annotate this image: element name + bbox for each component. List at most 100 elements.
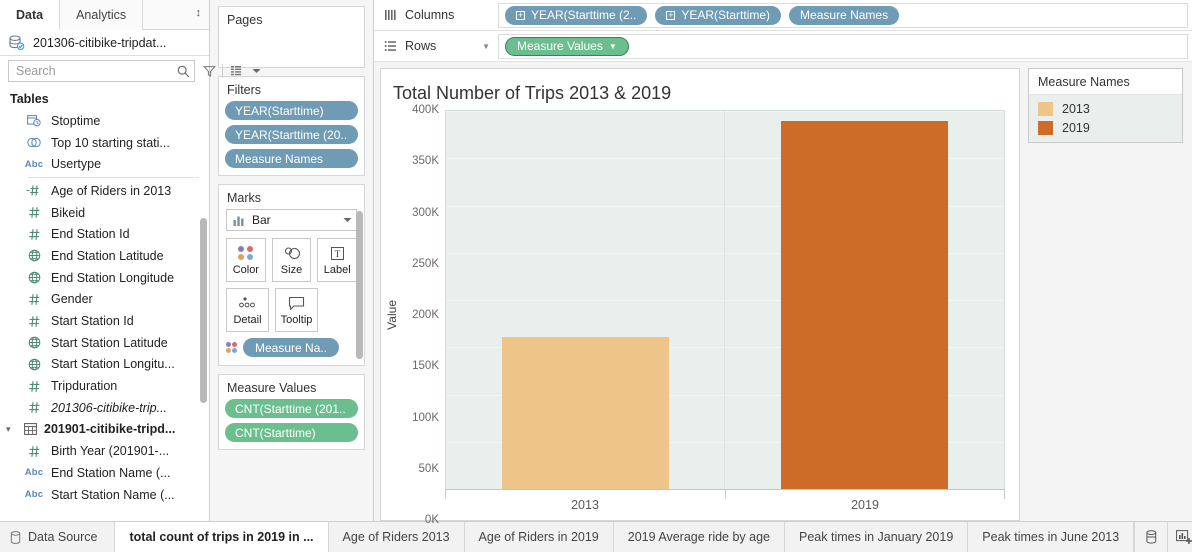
x-tick-mark	[725, 490, 726, 499]
worksheet-tab[interactable]: Age of Riders 2013	[328, 522, 465, 552]
legend-item[interactable]: 2019	[1029, 118, 1182, 137]
search-box[interactable]	[8, 60, 195, 82]
field-list-item[interactable]: Birth Year (201901-...	[0, 440, 209, 462]
search-icon	[177, 65, 190, 78]
chevron-down-icon[interactable]: ▼	[609, 42, 617, 51]
mark-type-label: Bar	[252, 213, 271, 227]
rows-shelf-pill[interactable]: Measure Values ▼	[505, 36, 629, 56]
filter-pill-label: Measure Names	[235, 151, 324, 166]
detail-button[interactable]: Detail	[226, 288, 269, 332]
color-button[interactable]: Color	[226, 238, 266, 282]
pages-title: Pages	[227, 13, 263, 27]
worksheet-tab[interactable]: Peak times in January 2019	[785, 522, 969, 552]
datasource-row[interactable]: 201306-citibike-tripdat...	[0, 30, 209, 56]
marks-scrollbar[interactable]	[356, 211, 363, 359]
group-by-table-icon[interactable]	[226, 60, 246, 82]
chevron-down-icon[interactable]: ▼	[482, 42, 490, 51]
columns-drop-target[interactable]: YEAR(Starttime (2.. YEAR(Starttime) Measur…	[498, 2, 1188, 28]
size-button[interactable]: Size	[271, 238, 312, 282]
field-list-item[interactable]: Age of Riders in 2013	[0, 180, 209, 202]
field-list-item[interactable]: Abc Usertype	[0, 153, 209, 175]
field-list-item[interactable]: Stoptime	[0, 110, 209, 132]
number-icon	[26, 206, 42, 219]
legend-label: 2019	[1062, 120, 1090, 135]
tableau-window: Data Analytics ↕ 201306-citibike-tripdat…	[0, 0, 1192, 552]
datasource-icon	[8, 35, 25, 50]
columns-shelf-pill[interactable]: Measure Names	[789, 5, 900, 25]
expand-plus-icon[interactable]	[516, 10, 525, 20]
expand-plus-icon[interactable]	[666, 10, 676, 20]
filter-icon[interactable]	[199, 60, 219, 82]
search-input[interactable]	[16, 64, 177, 78]
y-axis-tick-label: 150K	[412, 360, 439, 373]
measure-value-pill[interactable]: CNT(Starttime)	[225, 423, 358, 442]
columns-shelf-pill[interactable]: YEAR(Starttime (2..	[505, 5, 648, 25]
new-worksheet-icon[interactable]	[1168, 522, 1192, 552]
legend-item[interactable]: 2013	[1029, 99, 1182, 118]
bar-cell	[446, 111, 725, 489]
field-list-item[interactable]: Abc End Station Name (...	[0, 462, 209, 484]
field-list-scrollbar[interactable]	[200, 218, 207, 403]
sort-updown-icon[interactable]: ↕	[196, 8, 202, 19]
mark-type-selector[interactable]: Bar	[226, 209, 357, 231]
field-list-item[interactable]: 201306-citibike-trip...	[0, 397, 209, 419]
columns-shelf-pill[interactable]: YEAR(Starttime)	[655, 5, 782, 25]
field-list-item[interactable]: Tripduration	[0, 375, 209, 397]
search-row	[0, 56, 260, 86]
chevron-down-icon[interactable]	[246, 60, 266, 82]
worksheet-tab[interactable]: Peak times in June 2013	[968, 522, 1135, 552]
x-axis[interactable]: 2013 2019	[445, 490, 1005, 520]
new-data-source-icon[interactable]	[1135, 522, 1169, 552]
worksheet-tab[interactable]: total count of trips in 2019 in ...	[115, 522, 329, 552]
tab-data-source[interactable]: Data Source	[0, 522, 116, 552]
field-label: Start Station Id	[51, 314, 134, 329]
filter-pill[interactable]: Measure Names	[225, 149, 358, 168]
rows-drop-target[interactable]: Measure Values ▼	[498, 33, 1188, 59]
number-icon	[26, 380, 42, 393]
rows-shelf-label: Rows ▼	[378, 39, 498, 53]
tab-data[interactable]: Data	[0, 0, 61, 30]
chevron-down-icon[interactable]	[343, 217, 352, 223]
worksheet-tab[interactable]: Age of Riders in 2019	[464, 522, 614, 552]
field-list-item[interactable]: Gender	[0, 289, 209, 311]
field-list-table-header[interactable]: ▾ 201901-citibike-tripd...	[0, 419, 209, 441]
worksheet-tab[interactable]: 2019 Average ride by age	[613, 522, 786, 552]
pages-card[interactable]: Pages	[218, 6, 365, 68]
marks-color-pill[interactable]: Measure Na..	[243, 338, 340, 357]
field-list-item[interactable]: End Station Latitude	[0, 245, 209, 267]
x-axis-tick[interactable]: 2013	[445, 490, 725, 520]
plot-area[interactable]	[445, 110, 1005, 490]
worksheet-tabbar: Data Source total count of trips in 2019…	[0, 521, 1192, 552]
label-button[interactable]: T Label	[317, 238, 358, 282]
measure-values-card[interactable]: Measure Values CNT(Starttime (201.. CNT(S…	[218, 374, 365, 450]
marks-card[interactable]: Marks Bar Color Size T Label Detail Tool…	[218, 184, 365, 366]
x-axis-tick[interactable]: 2019	[725, 490, 1005, 520]
field-list-item[interactable]: Bikeid	[0, 202, 209, 224]
data-pane-tabs: Data Analytics ↕	[0, 0, 209, 30]
measure-value-pill[interactable]: CNT(Starttime (201..	[225, 399, 358, 418]
legend-card[interactable]: Measure Names 2013 2019	[1028, 68, 1183, 143]
filters-card[interactable]: Filters YEAR(Starttime) YEAR(Starttime (2…	[218, 76, 365, 176]
tooltip-button[interactable]: Tooltip	[275, 288, 318, 332]
field-list[interactable]: Stoptime Top 10 starting stati... Abc Usert…	[0, 110, 209, 521]
worksheet-tab-label: Peak times in January 2019	[799, 530, 954, 544]
field-list-item[interactable]: Abc Start Station Name (...	[0, 484, 209, 506]
bar-mark[interactable]	[780, 121, 949, 489]
chart-title: Total Number of Trips 2013 & 2019	[393, 83, 672, 103]
field-list-item[interactable]: Top 10 starting stati...	[0, 132, 209, 154]
field-list-item[interactable]: Start Station Id	[0, 310, 209, 332]
filter-pill[interactable]: YEAR(Starttime)	[225, 101, 358, 120]
y-axis-tick-label: 250K	[412, 257, 439, 270]
field-list-item[interactable]: End Station Longitude	[0, 267, 209, 289]
main-content-area: Data Analytics ↕ 201306-citibike-tripdat…	[0, 0, 1192, 526]
date-time-icon	[26, 114, 42, 127]
tab-analytics[interactable]: Analytics	[60, 0, 144, 30]
y-axis[interactable]: 0K 50K 100K 150K 200K 250K 300K 350K 400K	[403, 104, 445, 526]
bar-mark[interactable]	[501, 336, 670, 489]
filter-pill[interactable]: YEAR(Starttime (20..	[225, 125, 358, 144]
chevron-down-icon[interactable]: ▾	[6, 424, 16, 435]
field-list-item[interactable]: Start Station Longitu...	[0, 354, 209, 376]
bar-cell	[725, 111, 1004, 489]
field-list-item[interactable]: End Station Id	[0, 223, 209, 245]
field-list-item[interactable]: Start Station Latitude	[0, 332, 209, 354]
